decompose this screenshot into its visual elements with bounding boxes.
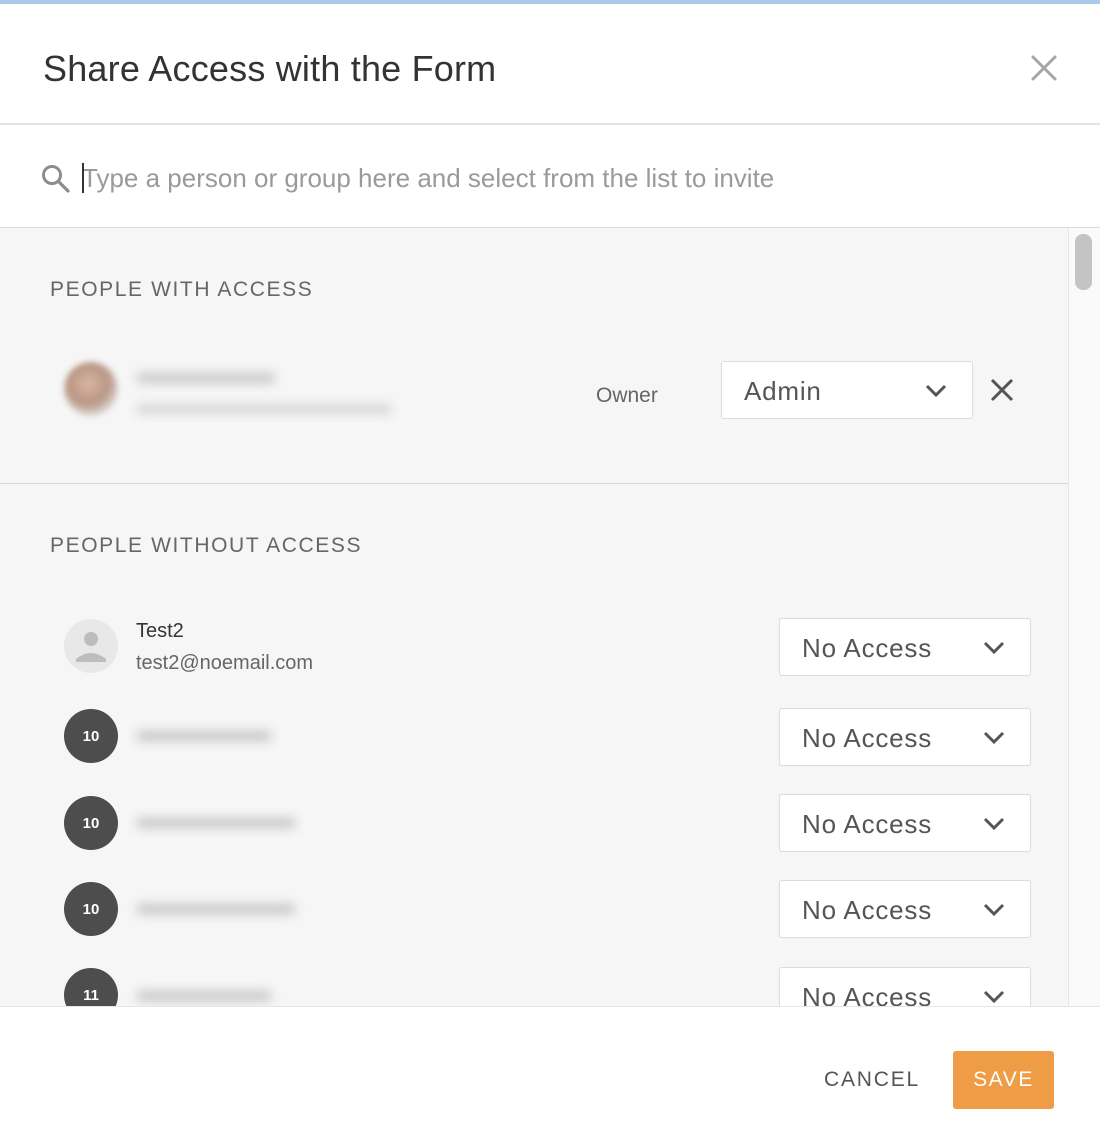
search-bar: [0, 127, 1100, 228]
owner-role-label: Owner: [596, 384, 658, 407]
permission-value: No Access: [802, 723, 933, 753]
permission-value: No Access: [802, 809, 933, 839]
person-name: Test2: [136, 620, 184, 642]
dialog-title: Share Access with the Form: [43, 48, 497, 89]
permission-value: No Access: [802, 895, 933, 925]
close-icon: [1031, 55, 1057, 81]
chevron-down-icon: [983, 641, 1005, 655]
people-with-access-heading: PEOPLE WITH ACCESS: [50, 278, 314, 301]
save-button[interactable]: SAVE: [953, 1051, 1054, 1109]
redacted-name: [136, 372, 276, 384]
avatar: [64, 362, 118, 416]
remove-owner-button[interactable]: [986, 374, 1018, 406]
avatar: [64, 619, 118, 673]
redacted-email: [136, 404, 392, 414]
redacted-name: [136, 817, 296, 829]
chevron-down-icon: [925, 384, 947, 398]
share-access-dialog: Share Access with the Form PEOPLE WITH A…: [0, 4, 1100, 1148]
text-caret: [82, 163, 84, 193]
person-email: test2@noemail.com: [136, 652, 314, 674]
owner-permission-select[interactable]: Admin: [721, 361, 973, 419]
cancel-button[interactable]: CANCEL: [812, 1051, 932, 1109]
permission-value: No Access: [802, 982, 933, 1006]
chevron-down-icon: [983, 903, 1005, 917]
redacted-name: [136, 990, 272, 1002]
people-without-access-heading: PEOPLE WITHOUT ACCESS: [50, 534, 363, 557]
permission-select[interactable]: No Access: [779, 794, 1031, 852]
permission-select[interactable]: No Access: [779, 880, 1031, 938]
group-count-avatar: 11: [64, 968, 118, 1006]
chevron-down-icon: [983, 731, 1005, 745]
scrollbar[interactable]: [1068, 228, 1100, 1006]
redacted-name: [136, 903, 296, 915]
scrollbar-thumb[interactable]: [1075, 234, 1092, 290]
permission-select[interactable]: No Access: [779, 618, 1031, 676]
owner-permission-value: Admin: [744, 376, 822, 406]
group-count-avatar: 10: [64, 796, 118, 850]
invite-search-input[interactable]: [80, 157, 1040, 199]
dialog-footer: CANCEL SAVE: [0, 1006, 1100, 1148]
chevron-down-icon: [983, 817, 1005, 831]
chevron-down-icon: [983, 990, 1005, 1004]
permission-select[interactable]: No Access: [779, 708, 1031, 766]
person-icon: [76, 632, 106, 662]
access-list: PEOPLE WITH ACCESS Owner Admin PEOPLE WI…: [0, 228, 1068, 1006]
section-divider: [0, 483, 1068, 484]
permission-value: No Access: [802, 633, 933, 663]
permission-select[interactable]: No Access: [779, 967, 1031, 1006]
remove-icon: [990, 378, 1014, 402]
group-count-avatar: 10: [64, 709, 118, 763]
close-button[interactable]: [1022, 46, 1066, 90]
dialog-header: Share Access with the Form: [0, 4, 1100, 125]
redacted-name: [136, 730, 272, 742]
group-count-avatar: 10: [64, 882, 118, 936]
search-icon: [42, 165, 70, 193]
